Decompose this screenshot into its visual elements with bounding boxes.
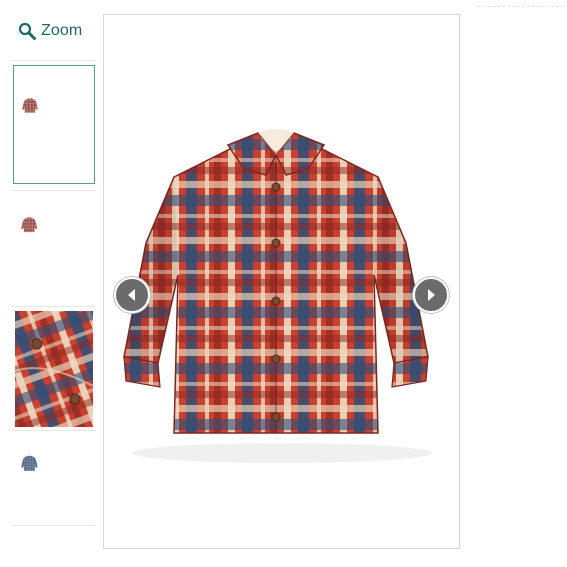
chevron-left-icon: [128, 289, 135, 301]
shirt-front-image: [14, 66, 94, 183]
divider: [12, 306, 95, 307]
divider: [12, 430, 95, 431]
shirt-blue-image: [13, 432, 95, 524]
divider: [12, 60, 95, 61]
shirt-back-image: [13, 191, 95, 310]
main-product-image: [123, 129, 432, 463]
divider: [478, 6, 564, 7]
thumbnail-front-view[interactable]: [13, 65, 95, 184]
thumbnail-fabric-detail[interactable]: [15, 311, 93, 427]
zoom-button[interactable]: Zoom: [18, 20, 82, 42]
previous-image-button[interactable]: [114, 277, 150, 313]
thumbnail-back-view[interactable]: [13, 191, 95, 310]
thumbnail-blue-check-variant[interactable]: [13, 432, 95, 551]
main-product-image-frame: [103, 14, 460, 549]
fabric-closeup-image: [15, 311, 93, 427]
next-image-button[interactable]: [413, 277, 449, 313]
divider: [12, 525, 95, 526]
magnifier-icon: [18, 22, 36, 40]
chevron-right-icon: [428, 289, 435, 301]
zoom-label: Zoom: [41, 22, 83, 39]
